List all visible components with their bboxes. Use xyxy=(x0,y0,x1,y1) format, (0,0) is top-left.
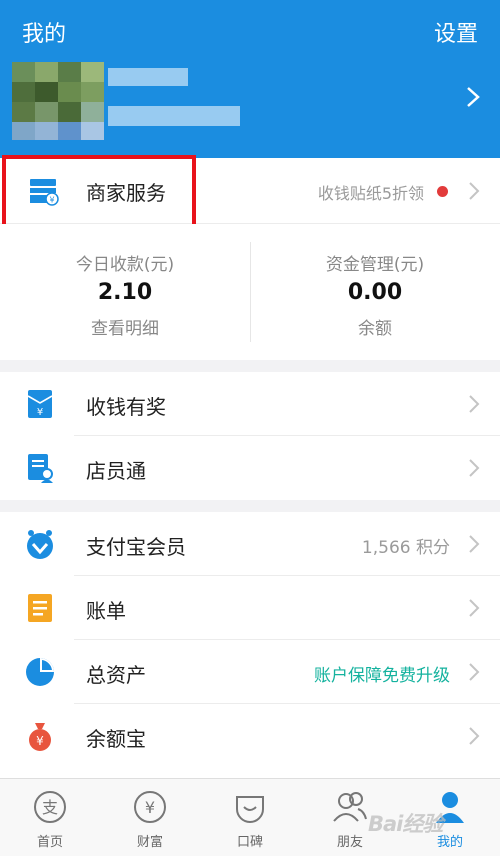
svg-text:支: 支 xyxy=(42,798,58,817)
tab-label: 口碑 xyxy=(236,835,263,850)
today-receipts-stat[interactable]: 今日收款(元) 2.10 查看明细 xyxy=(0,224,250,360)
profile-header: 我的 设置 xyxy=(0,0,500,158)
avatar[interactable] xyxy=(12,62,104,140)
stat-label: 今日收款(元) xyxy=(75,255,175,275)
member-badge-icon xyxy=(27,530,53,559)
friends-icon xyxy=(333,792,367,822)
chevron-right-icon xyxy=(469,535,480,553)
tab-home[interactable]: 支 首页 xyxy=(0,779,100,856)
list-item-label: 总资产 xyxy=(86,663,146,687)
account-group: 支付宝会员 1,566 积分 账单 总资产 账户保障免费升级 ¥ 余额宝 xyxy=(0,512,500,778)
chevron-right-icon[interactable] xyxy=(466,86,480,108)
stats-panel: 今日收款(元) 2.10 查看明细 资金管理(元) 0.00 余额 xyxy=(0,224,500,360)
list-item-label: 收钱有奖 xyxy=(86,395,166,419)
tab-koubei[interactable]: 口碑 xyxy=(200,779,300,856)
sticker-promo-text: 收钱贴纸5折领 xyxy=(317,184,424,203)
list-item-membership[interactable]: 支付宝会员 1,566 积分 xyxy=(0,512,500,576)
red-envelope-icon: ¥ xyxy=(27,390,53,418)
svg-text:¥: ¥ xyxy=(145,798,155,817)
chevron-right-icon xyxy=(469,459,480,477)
list-item-label: 余额宝 xyxy=(86,727,146,751)
chevron-right-icon xyxy=(469,182,480,200)
account-redacted xyxy=(108,106,240,126)
list-item-bills[interactable]: 账单 xyxy=(0,576,500,640)
list-item-label: 店员通 xyxy=(86,459,146,483)
stat-value: 2.10 xyxy=(97,280,153,305)
view-details-link: 查看明细 xyxy=(91,319,159,339)
tab-wealth[interactable]: ¥ 财富 xyxy=(100,779,200,856)
stat-label: 资金管理(元) xyxy=(325,255,425,275)
username-redacted xyxy=(108,68,188,86)
chevron-right-icon xyxy=(469,599,480,617)
staff-document-icon xyxy=(28,454,53,483)
koubei-icon xyxy=(236,796,264,823)
notification-dot xyxy=(437,186,448,197)
assets-pie-icon xyxy=(26,658,54,686)
alipay-home-icon: 支 xyxy=(34,791,66,823)
tab-label: 首页 xyxy=(36,835,63,850)
svg-text:¥: ¥ xyxy=(36,734,44,748)
points-count: 1,566 积分 xyxy=(361,538,450,558)
chevron-right-icon xyxy=(469,663,480,681)
list-item-staff[interactable]: 店员通 xyxy=(0,436,500,500)
svg-text:¥: ¥ xyxy=(37,407,43,418)
chevron-right-icon xyxy=(469,727,480,745)
list-item-rewards[interactable]: ¥ 收钱有奖 xyxy=(0,372,500,436)
fund-management-stat[interactable]: 资金管理(元) 0.00 余额 xyxy=(250,224,500,360)
wealth-yuan-icon: ¥ xyxy=(134,791,166,823)
balance-label: 余额 xyxy=(358,319,392,339)
merchant-tools-group: ¥ 收钱有奖 店员通 xyxy=(0,372,500,500)
security-upgrade-link: 账户保障免费升级 xyxy=(314,666,450,686)
bill-icon xyxy=(28,594,52,622)
list-item-total-assets[interactable]: 总资产 账户保障免费升级 xyxy=(0,640,500,704)
settings-button[interactable]: 设置 xyxy=(434,16,478,48)
chevron-right-icon xyxy=(469,395,480,413)
highlight-annotation xyxy=(2,155,196,235)
page-title: 我的 xyxy=(22,22,67,47)
list-item-label: 支付宝会员 xyxy=(86,535,186,559)
watermark: Bai经验 xyxy=(368,812,443,836)
list-item-yuebao[interactable]: ¥ 余额宝 xyxy=(0,704,500,768)
tab-label: 财富 xyxy=(136,835,163,850)
stat-value: 0.00 xyxy=(347,280,403,305)
list-item-label: 账单 xyxy=(86,599,126,623)
money-bag-icon: ¥ xyxy=(29,723,51,751)
